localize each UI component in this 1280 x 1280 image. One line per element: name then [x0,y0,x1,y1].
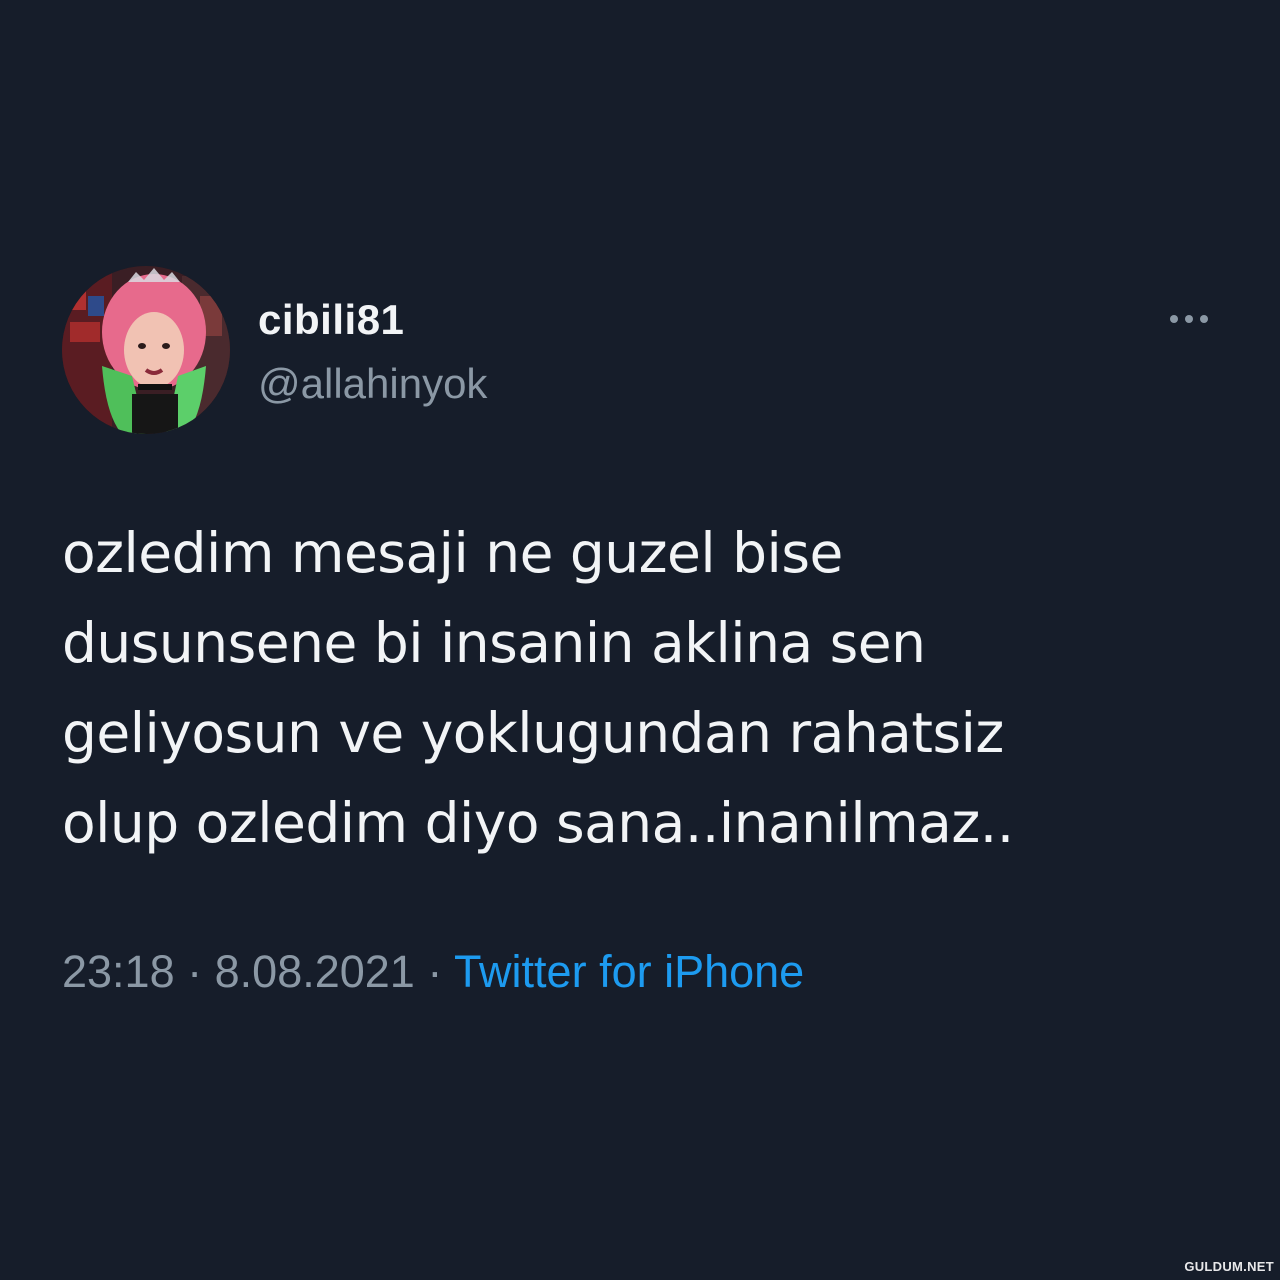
tweet-header: cibili81 @allahinyok [62,266,1222,436]
tweet-source-link[interactable]: Twitter for iPhone [454,946,804,997]
meta-separator: · [187,946,215,997]
watermark: GULDUM.NET [1184,1259,1274,1274]
tweet-text-line: dusunsene bi insanin aklina sen [62,611,926,675]
tweet-text-line: olup ozledim diyo sana..inanilmaz.. [62,791,1014,855]
user-handle[interactable]: @allahinyok [258,360,487,408]
tweet-text: ozledim mesaji ne guzel bise dusunsene b… [62,508,1182,868]
tweet-text-line: ozledim mesaji ne guzel bise [62,521,843,585]
meta-separator: · [427,946,455,997]
tweet-screenshot: cibili81 @allahinyok ozledim mesaji ne g… [0,0,1280,1280]
display-name[interactable]: cibili81 [258,296,404,344]
more-options-button[interactable] [1160,302,1218,336]
avatar[interactable] [62,266,230,434]
tweet-time[interactable]: 23:18 [62,946,175,997]
more-horizontal-icon [1170,315,1178,323]
tweet-text-line: geliyosun ve yoklugundan rahatsiz [62,701,1004,765]
avatar-photo [62,266,230,434]
more-horizontal-icon-dot [1185,315,1193,323]
tweet-date[interactable]: 8.08.2021 [215,946,415,997]
tweet-metadata: 23:18 · 8.08.2021 · Twitter for iPhone [62,946,804,998]
more-horizontal-icon-dot [1200,315,1208,323]
